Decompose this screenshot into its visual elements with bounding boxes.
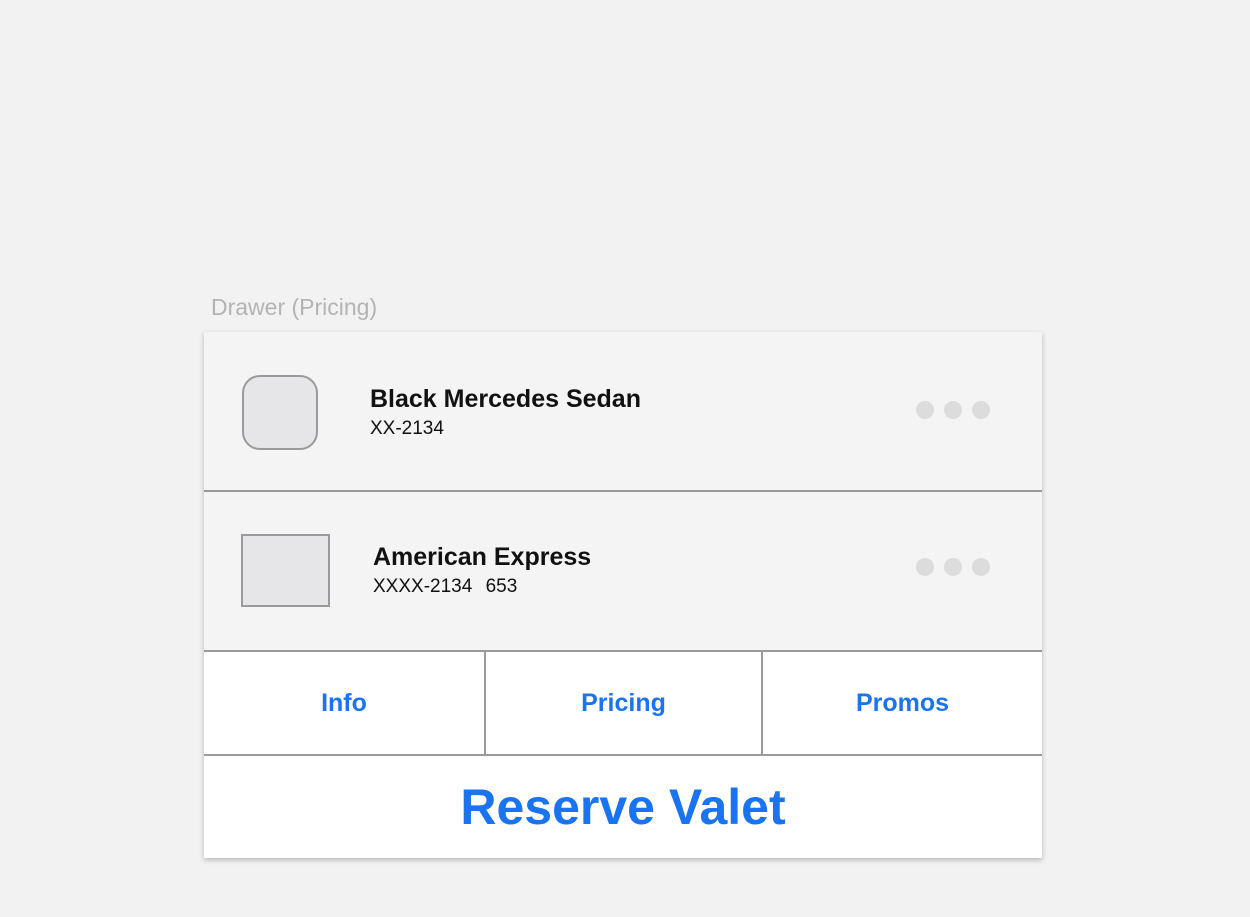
drawer-caption: Drawer (Pricing) (211, 294, 378, 320)
vehicle-title: Black Mercedes Sedan (370, 385, 641, 413)
pricing-drawer: Black Mercedes Sedan XX-2134 American Ex… (204, 332, 1042, 858)
dot-icon (972, 401, 990, 419)
vehicle-plate: XX-2134 (370, 418, 444, 439)
vehicle-more-options-icon[interactable] (916, 400, 990, 420)
payment-card-number: XXXX-2134 653 (373, 576, 518, 597)
tab-info[interactable]: Info (204, 652, 486, 754)
dot-icon (944, 401, 962, 419)
dot-icon (972, 558, 990, 576)
vehicle-thumbnail-icon (242, 375, 318, 450)
dot-icon (916, 401, 934, 419)
tab-pricing[interactable]: Pricing (486, 652, 763, 754)
dot-icon (944, 558, 962, 576)
drawer-tabs: Info Pricing Promos (204, 650, 1042, 756)
vehicle-row[interactable]: Black Mercedes Sedan XX-2134 (204, 332, 1042, 492)
dot-icon (916, 558, 934, 576)
payment-title: American Express (373, 543, 592, 571)
payment-more-options-icon[interactable] (916, 557, 990, 577)
reserve-valet-button[interactable]: Reserve Valet (204, 756, 1042, 858)
card-thumbnail-icon (241, 534, 330, 607)
tab-promos[interactable]: Promos (763, 652, 1042, 754)
payment-row[interactable]: American Express XXXX-2134 653 (204, 492, 1042, 650)
